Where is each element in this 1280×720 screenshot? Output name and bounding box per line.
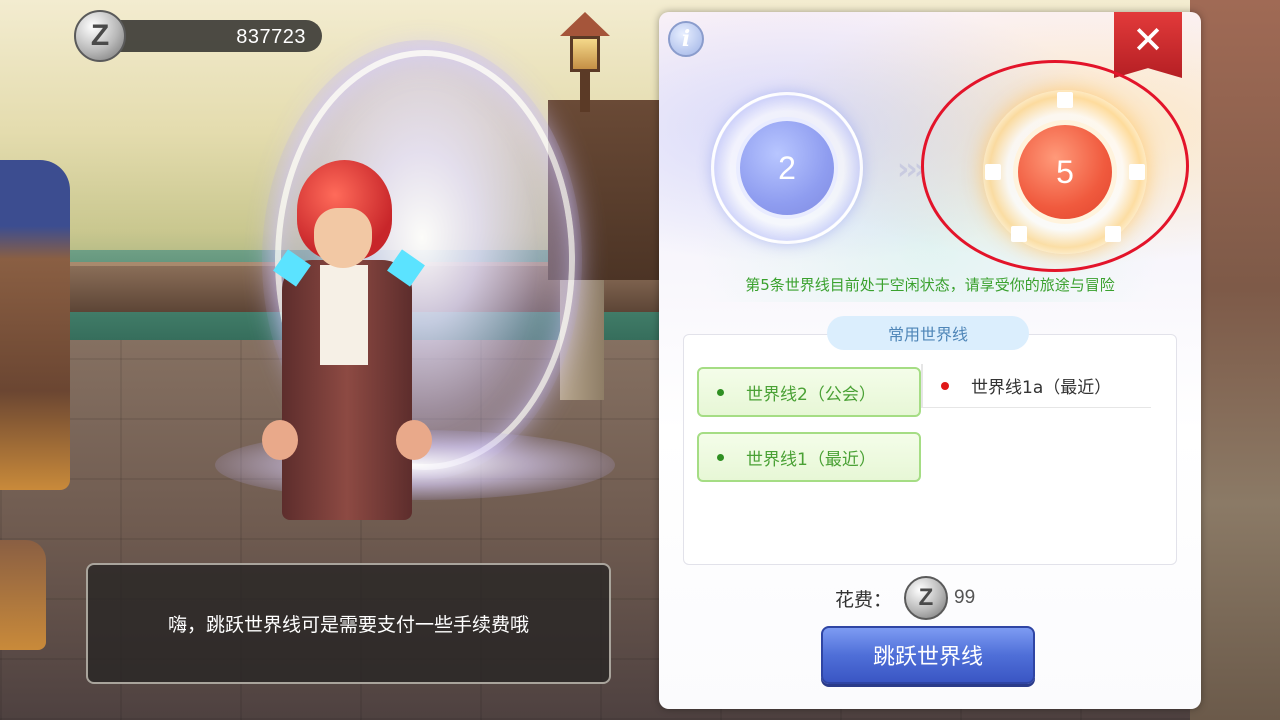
lamp-post [560, 12, 610, 112]
green-dot-icon [717, 388, 724, 396]
current-world-line-orb: 2 [711, 92, 863, 244]
currency-display: 837723 Z [74, 10, 322, 62]
green-dot-icon [717, 453, 724, 461]
red-dot-icon [941, 381, 949, 390]
cost-amount: 99 [954, 587, 976, 608]
transfer-arrows-icon: ››› [897, 152, 926, 187]
world-line-label: 世界线1（最近） [746, 449, 876, 470]
world-line-button-2-guild[interactable]: 世界线2（公会） [697, 367, 921, 417]
currency-bar: 837723 [102, 20, 322, 52]
world-line-label: 世界线2（公会） [746, 384, 876, 405]
npc-character-partial [0, 540, 46, 650]
info-icon[interactable]: i [668, 21, 704, 57]
zeny-coin-icon: Z [74, 10, 126, 62]
player-character[interactable] [262, 160, 442, 570]
zeny-coin-icon: Z [904, 576, 949, 620]
npc-character[interactable] [0, 160, 70, 490]
npc-dialog-box[interactable]: 嗨，跳跃世界线可是需要支付一些手续费哦 [86, 563, 611, 684]
jump-world-line-button[interactable]: 跳跃世界线 [821, 626, 1035, 684]
building-edge [1190, 0, 1280, 720]
jump-cost: 花费： Z 99 [835, 575, 975, 621]
tab-common-world-lines[interactable]: 常用世界线 [827, 316, 1029, 350]
close-button[interactable]: ✕ [1114, 12, 1182, 78]
current-world-line-number: 2 [736, 117, 838, 219]
red-highlight-circle [921, 60, 1189, 272]
currency-amount: 837723 [236, 26, 306, 48]
dialog-text: 嗨，跳跃世界线可是需要支付一些手续费哦 [167, 614, 529, 636]
world-line-button-1-recent[interactable]: 世界线1（最近） [697, 432, 921, 482]
world-line-label: 世界线1a（最近） [971, 378, 1112, 398]
world-line-panel: i ✕ 2 ››› 5 第5条世界线目前处于空闲状态，请享受你的旅途与冒险 常用… [659, 12, 1201, 709]
cost-label: 花费： [835, 588, 893, 611]
world-line-item-1a-recent[interactable]: 世界线1a（最近） [921, 364, 1151, 408]
world-line-status-text: 第5条世界线目前处于空闲状态，请享受你的旅途与冒险 [745, 276, 1115, 294]
